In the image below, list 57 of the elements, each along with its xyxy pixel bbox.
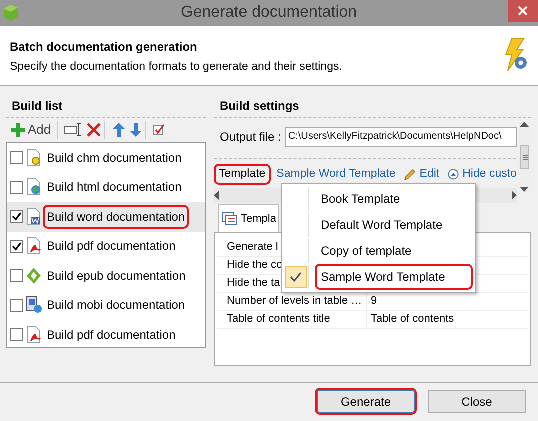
hide-link[interactable]: Hide custo — [448, 166, 517, 184]
arrow-up-icon[interactable] — [113, 123, 126, 137]
output-file-field[interactable]: C:\Users\KellyFitzpatrick\Documents\HelpNDoc\ — [285, 127, 518, 147]
vertical-scrollbar[interactable] — [518, 122, 531, 192]
check-all-icon[interactable] — [153, 124, 166, 136]
template-label: Template — [216, 166, 269, 184]
app-icon — [2, 4, 20, 22]
property-name: Table of contents title — [217, 311, 367, 328]
tab[interactable]: Templa — [218, 204, 280, 232]
diamond-icon — [26, 266, 42, 285]
pdf-document-icon — [26, 237, 42, 256]
menu-item[interactable]: Book Template — [317, 188, 404, 210]
list-item[interactable]: Build mobi documentation — [45, 295, 188, 316]
scroll-left-icon[interactable] — [214, 191, 219, 200]
checkbox[interactable] — [10, 151, 23, 164]
globe-document-icon — [26, 178, 42, 196]
delete-icon[interactable] — [87, 123, 102, 137]
add-button[interactable]: Add — [8, 120, 54, 140]
property-value: 9 — [370, 294, 378, 310]
field-label: Output file : — [220, 129, 282, 146]
list-item[interactable]: Build pdf documentation — [45, 236, 178, 256]
close-icon — [518, 6, 528, 16]
header-subtitle: Specify the documentation formats to generate and their settings. — [10, 60, 342, 75]
checkbox[interactable] — [10, 269, 23, 282]
property-value: Table of contents — [370, 312, 454, 328]
header-title: Batch documentation generation — [10, 39, 198, 56]
list-item[interactable]: Build epub documentation — [45, 266, 188, 286]
window-title: Generate documentation — [180, 3, 358, 23]
section-heading: Build list — [6, 94, 206, 118]
checkbox[interactable] — [10, 328, 23, 342]
checkbox[interactable] — [10, 240, 23, 253]
list-item[interactable]: Build pdf documentation — [45, 324, 178, 345]
edit-link[interactable]: Edit — [404, 166, 440, 184]
arrow-down-icon[interactable] — [130, 123, 142, 137]
checkbox[interactable] — [10, 210, 23, 224]
checkbox[interactable] — [10, 180, 23, 194]
menu-item[interactable]: Default Word Template — [317, 214, 447, 236]
section-heading: Build settings — [214, 94, 531, 118]
w-document-icon — [26, 208, 42, 226]
scroll-thumb[interactable] — [520, 145, 529, 169]
device-globe-icon — [26, 296, 42, 314]
list-item[interactable]: Build chm documentation — [45, 148, 184, 168]
template-link[interactable]: Sample Word Template — [276, 166, 396, 184]
plus-icon — [11, 123, 25, 137]
collapse-icon — [448, 169, 459, 180]
checkbox[interactable] — [10, 298, 23, 312]
scroll-right-icon[interactable] — [512, 191, 517, 200]
check-icon — [290, 272, 302, 282]
scroll-up-icon[interactable] — [520, 122, 529, 127]
list-item[interactable]: Build html documentation — [45, 177, 184, 198]
close-button[interactable] — [508, 0, 538, 22]
dialog-button[interactable]: Close — [428, 390, 526, 413]
dialog-button[interactable]: Generate — [317, 390, 415, 413]
window-list-icon — [222, 212, 238, 226]
pencil-icon — [404, 168, 416, 180]
scroll-down-icon[interactable] — [520, 187, 529, 192]
pdf-document-icon — [26, 326, 42, 344]
